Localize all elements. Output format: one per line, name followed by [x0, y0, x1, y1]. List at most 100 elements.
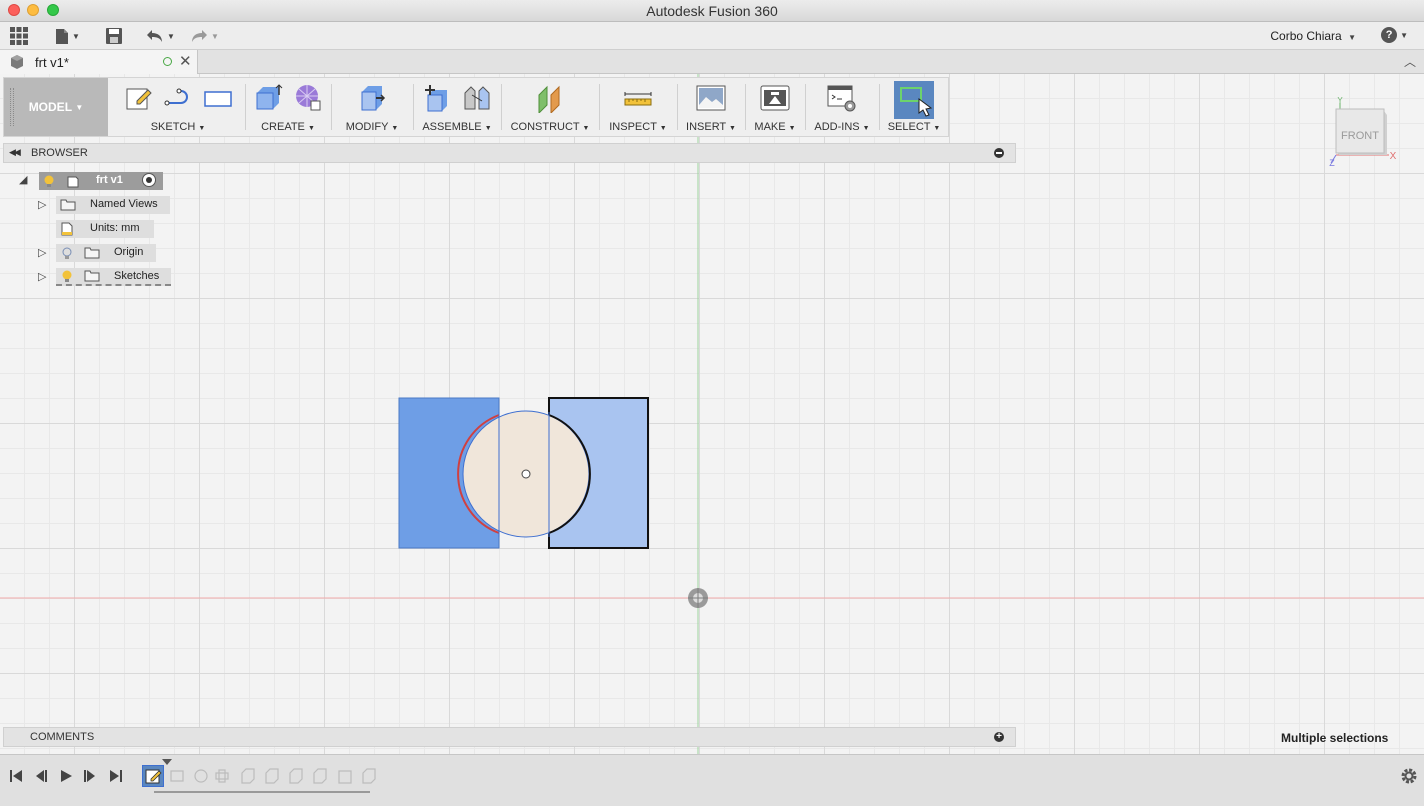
view-cube-face-label: FRONT	[1341, 130, 1379, 142]
redo-button[interactable]: ▼	[190, 26, 219, 46]
assemble-group-label: ASSEMBLE	[422, 121, 482, 133]
expand-root-icon[interactable]: ◢	[19, 173, 27, 186]
play-icon[interactable]	[58, 768, 74, 784]
go-to-start-icon[interactable]	[8, 768, 24, 784]
tree-item-label: Sketches	[114, 270, 160, 282]
save-icon	[106, 28, 122, 44]
timeline-track[interactable]	[142, 759, 382, 797]
create-sketch-icon[interactable]	[123, 83, 153, 113]
comments-panel-header[interactable]: COMMENTS +	[3, 727, 1016, 747]
form-icon[interactable]	[293, 83, 323, 113]
quick-access-toolbar: ▼ ▼ ▼ Corbo Chiara ▼ ? ▼	[0, 22, 1424, 50]
folder-icon	[84, 247, 100, 262]
close-tab-icon[interactable]: ✕	[179, 52, 192, 70]
expand-sketches-icon[interactable]: ▷	[38, 270, 46, 283]
component-icon	[66, 174, 80, 191]
tree-root-frt-v1[interactable]: frt v1	[39, 172, 163, 190]
expand-origin-icon[interactable]: ▷	[38, 246, 46, 259]
comments-title: COMMENTS	[30, 731, 95, 743]
new-component-icon[interactable]	[422, 83, 452, 113]
view-cube[interactable]: FRONT Y X Z	[1327, 95, 1399, 170]
press-pull-icon[interactable]	[357, 83, 387, 113]
title-bar: Autodesk Fusion 360	[0, 0, 1424, 22]
user-menu[interactable]: Corbo Chiara ▼	[1270, 29, 1356, 43]
center-point	[521, 469, 531, 479]
activate-radio-icon[interactable]	[142, 173, 156, 187]
collapse-browser-icon[interactable]: ◀◀	[9, 147, 21, 158]
user-name: Corbo Chiara	[1270, 29, 1342, 43]
workspace-switcher[interactable]: MODEL ▼	[4, 78, 108, 136]
extrude-icon[interactable]	[253, 83, 283, 113]
data-panel-grid-icon[interactable]	[10, 26, 28, 46]
rectangle-icon[interactable]	[203, 83, 233, 113]
undo-button[interactable]: ▼	[146, 26, 175, 46]
measure-icon[interactable]	[623, 83, 653, 113]
document-tab-label: frt v1*	[35, 55, 69, 70]
saved-status-icon	[163, 57, 172, 66]
document-tab[interactable]: frt v1* ✕	[0, 50, 198, 74]
insert-group-label: INSERT	[686, 121, 726, 133]
viewport-canvas[interactable]	[0, 74, 1424, 754]
select-group-label: SELECT	[887, 121, 931, 133]
redo-icon	[192, 30, 207, 42]
document-settings-icon	[60, 222, 74, 239]
insert-group[interactable]: INSERT ▼	[678, 78, 744, 136]
offset-plane-icon[interactable]	[535, 83, 565, 115]
inspect-group-label: INSPECT	[609, 121, 657, 133]
tree-item-label: Named Views	[90, 198, 158, 210]
tree-item-sketches[interactable]: Sketches	[56, 268, 171, 286]
save-button[interactable]	[106, 26, 122, 46]
tree-item-units[interactable]: Units: mm	[56, 220, 154, 238]
construct-group[interactable]: CONSTRUCT ▼	[502, 78, 598, 136]
create-group[interactable]: CREATE ▼	[246, 78, 330, 136]
origin-point-icon	[688, 588, 708, 608]
create-group-label: CREATE	[261, 121, 305, 133]
3d-print-icon[interactable]	[760, 83, 790, 113]
add-comment-icon[interactable]: +	[994, 732, 1004, 742]
visibility-bulb-icon[interactable]	[62, 270, 72, 286]
file-menu-button[interactable]: ▼	[55, 26, 80, 46]
construct-group-label: CONSTRUCT	[510, 121, 580, 133]
step-forward-icon[interactable]	[82, 768, 98, 784]
sketch-scene	[0, 74, 1424, 754]
tree-item-origin[interactable]: Origin	[56, 244, 156, 262]
insert-image-icon[interactable]	[696, 83, 726, 113]
browser-panel-header[interactable]: ◀◀ BROWSER	[3, 143, 1016, 163]
timeline	[0, 754, 1424, 806]
assemble-group[interactable]: ASSEMBLE ▼	[414, 78, 500, 136]
app-title: Autodesk Fusion 360	[646, 3, 778, 19]
make-group[interactable]: MAKE ▼	[746, 78, 804, 136]
go-to-end-icon[interactable]	[108, 768, 124, 784]
visibility-bulb-icon[interactable]	[44, 175, 54, 191]
help-menu-button[interactable]: ? ▼	[1381, 27, 1408, 43]
browser-title: BROWSER	[31, 147, 88, 159]
selection-status: Multiple selections	[1281, 731, 1389, 745]
svg-text:Z: Z	[1329, 158, 1335, 168]
step-back-icon[interactable]	[33, 768, 49, 784]
expand-named-views-icon[interactable]: ▷	[38, 198, 46, 211]
line-icon[interactable]	[163, 83, 193, 113]
timeline-feature-icons	[170, 768, 376, 784]
add-ins-group[interactable]: ADD-INS ▼	[806, 78, 878, 136]
scripts-addins-icon[interactable]	[827, 83, 857, 113]
folder-icon	[84, 270, 100, 285]
minimize-browser-icon[interactable]	[994, 148, 1004, 158]
inspect-group[interactable]: INSPECT ▼	[600, 78, 676, 136]
visibility-bulb-off-icon[interactable]	[62, 247, 72, 263]
modify-group[interactable]: MODIFY ▼	[332, 78, 412, 136]
sketch-group[interactable]: SKETCH ▼	[112, 78, 244, 136]
document-tab-bar: frt v1* ✕ ︿	[0, 50, 1424, 74]
tree-item-named-views[interactable]: Named Views	[56, 196, 170, 214]
chevron-up-icon[interactable]: ︿	[1404, 53, 1416, 70]
timeline-settings-gear-icon[interactable]	[1400, 767, 1418, 785]
joint-icon[interactable]	[462, 83, 492, 113]
svg-text:Y: Y	[1337, 96, 1343, 105]
select-group[interactable]: SELECT ▼	[880, 78, 948, 136]
document-cube-icon	[9, 54, 25, 73]
select-tool-icon[interactable]	[894, 81, 934, 119]
sketch-feature-icon[interactable]	[142, 765, 164, 787]
make-group-label: MAKE	[754, 121, 786, 133]
workspace-label: MODEL	[28, 100, 73, 114]
modify-group-label: MODIFY	[345, 121, 389, 133]
file-icon	[56, 28, 68, 44]
